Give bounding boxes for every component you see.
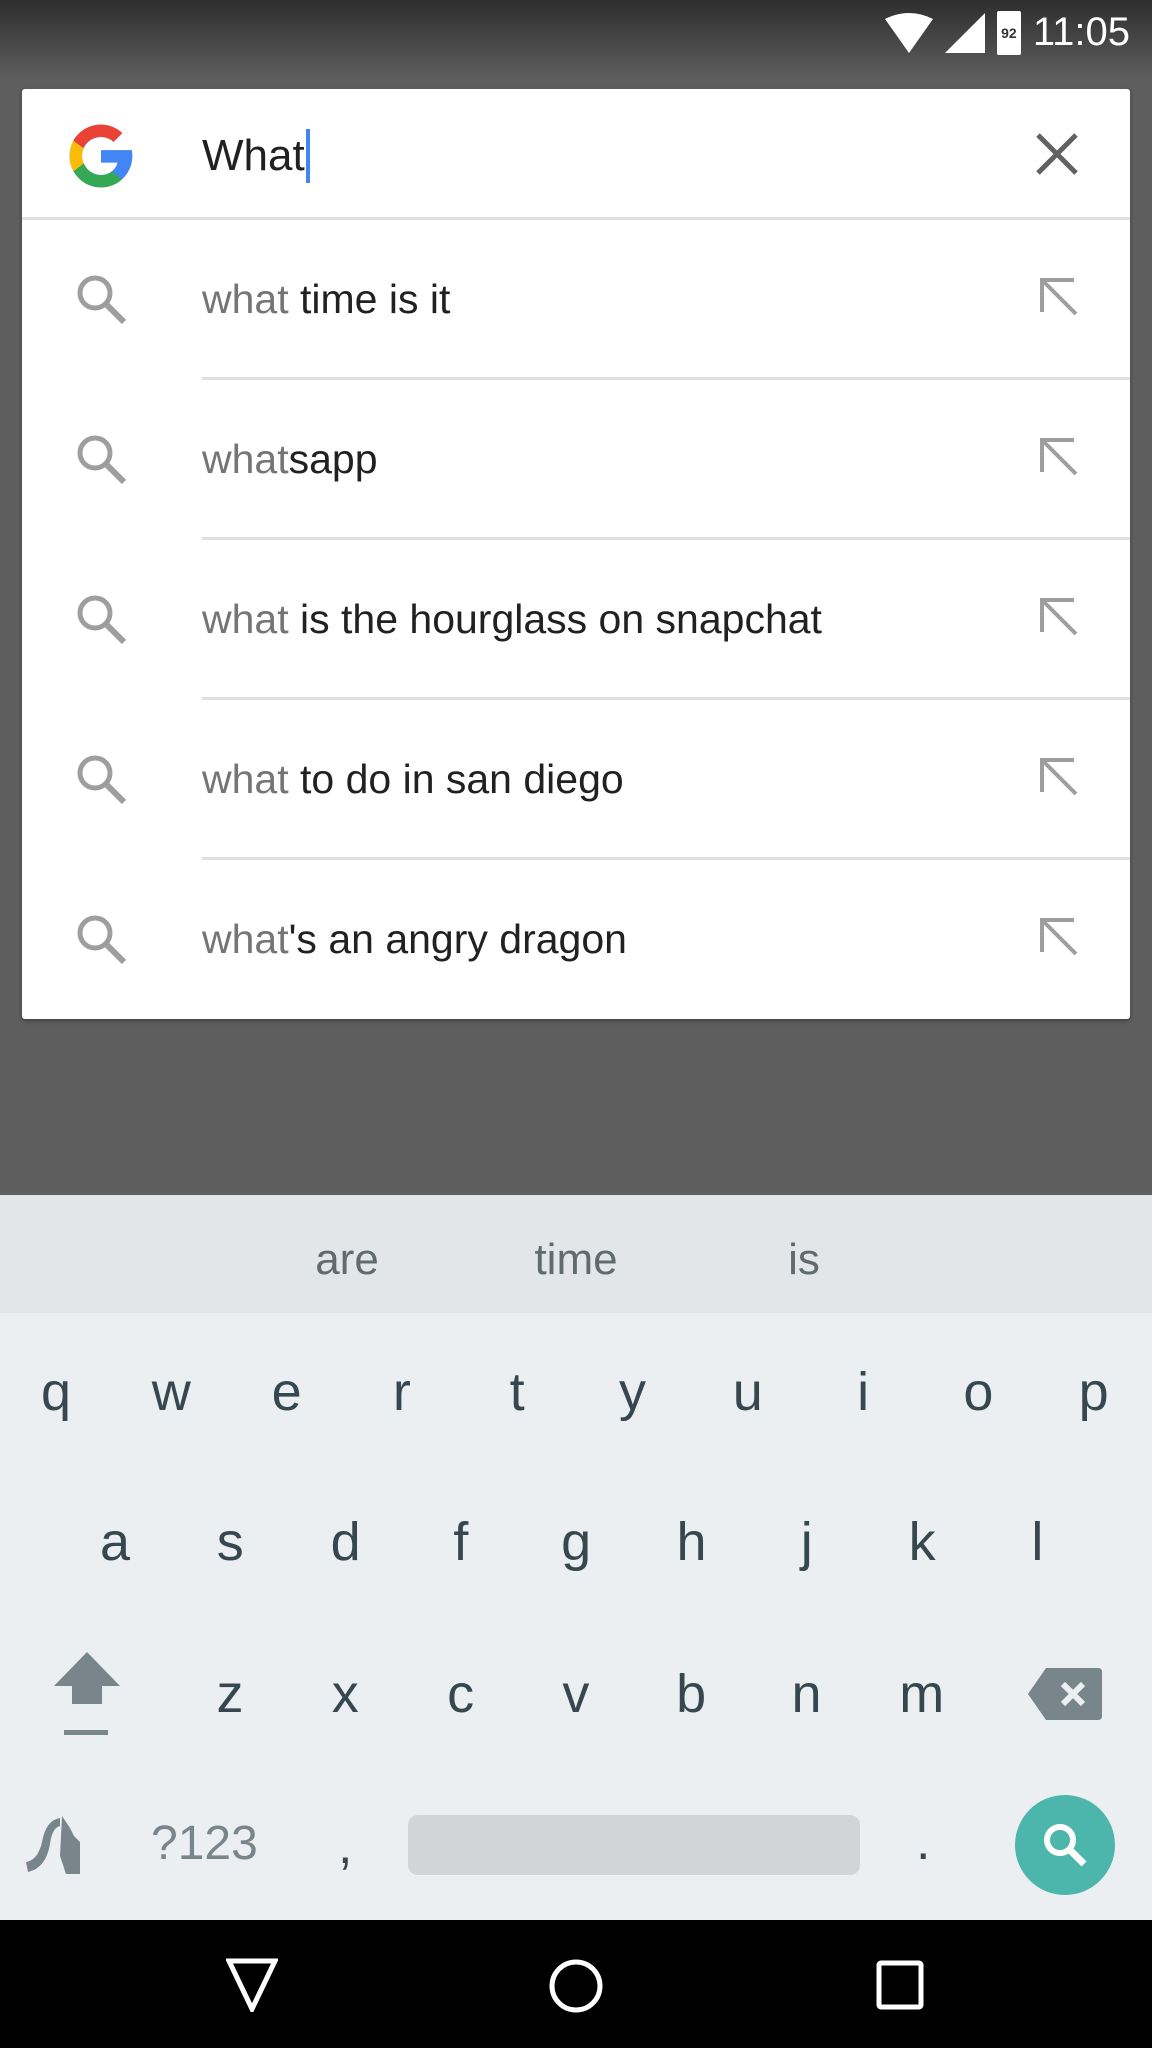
suggestion-text: what to do in san diego xyxy=(202,756,624,802)
key-z[interactable]: z xyxy=(217,1663,244,1725)
word-suggestion[interactable]: is xyxy=(788,1235,820,1285)
key-v[interactable]: v xyxy=(562,1663,589,1725)
key-i[interactable]: i xyxy=(857,1361,869,1423)
suggestion-item[interactable]: what's an angry dragon xyxy=(22,860,1130,1020)
key-n[interactable]: n xyxy=(791,1663,821,1725)
suggestion-text: what time is it xyxy=(202,276,451,322)
key-j[interactable]: j xyxy=(801,1511,813,1573)
word-suggestion[interactable]: time xyxy=(534,1235,617,1285)
search-icon xyxy=(1044,1824,1087,1867)
word-suggestion-strip: are time is xyxy=(0,1195,1152,1313)
google-logo-icon xyxy=(69,124,133,188)
key-m[interactable]: m xyxy=(899,1663,944,1725)
key-a[interactable]: a xyxy=(100,1511,130,1573)
key-t[interactable]: t xyxy=(510,1361,525,1423)
key-b[interactable]: b xyxy=(676,1663,706,1725)
search-icon xyxy=(77,595,127,645)
key-w[interactable]: w xyxy=(152,1361,191,1423)
suggestion-text: whatsapp xyxy=(202,436,378,482)
insert-suggestion-arrow-icon[interactable] xyxy=(1038,756,1078,796)
search-icon xyxy=(77,435,127,485)
search-icon xyxy=(77,915,127,965)
insert-suggestion-arrow-icon[interactable] xyxy=(1038,596,1078,636)
search-icon xyxy=(77,275,127,325)
home-icon[interactable] xyxy=(548,1958,604,2014)
suggestion-item[interactable]: what to do in san diego xyxy=(22,700,1130,860)
suggestion-text: what is the hourglass on snapchat xyxy=(202,596,822,642)
key-q[interactable]: q xyxy=(41,1361,71,1423)
search-icon xyxy=(77,755,127,805)
battery-level: 92 xyxy=(1001,24,1017,41)
key-e[interactable]: e xyxy=(272,1361,302,1423)
key-o[interactable]: o xyxy=(963,1361,993,1423)
backspace-icon[interactable] xyxy=(1028,1668,1102,1720)
recents-icon[interactable] xyxy=(876,1960,924,2010)
insert-suggestion-arrow-icon[interactable] xyxy=(1038,916,1078,956)
signal-icon xyxy=(944,12,985,53)
key-r[interactable]: r xyxy=(393,1361,411,1423)
key-s[interactable]: s xyxy=(217,1511,244,1573)
key-u[interactable]: u xyxy=(733,1361,763,1423)
key-p[interactable]: p xyxy=(1079,1361,1109,1423)
key-y[interactable]: y xyxy=(619,1361,646,1423)
key-h[interactable]: h xyxy=(676,1511,706,1573)
comma-key[interactable]: , xyxy=(338,1816,352,1876)
key-f[interactable]: f xyxy=(453,1511,468,1573)
key-c[interactable]: c xyxy=(447,1663,474,1725)
suggestion-item[interactable]: what is the hourglass on snapchat xyxy=(22,540,1130,700)
key-x[interactable]: x xyxy=(332,1663,359,1725)
insert-suggestion-arrow-icon[interactable] xyxy=(1038,276,1078,316)
suggestion-item[interactable]: what time is it xyxy=(22,220,1130,380)
search-bar[interactable]: What xyxy=(22,89,1130,220)
suggestion-item[interactable]: whatsapp xyxy=(22,380,1130,540)
key-d[interactable]: d xyxy=(331,1511,361,1573)
gesture-typing-icon[interactable] xyxy=(24,1812,96,1876)
key-g[interactable]: g xyxy=(561,1511,591,1573)
insert-suggestion-arrow-icon[interactable] xyxy=(1038,436,1078,476)
query-text: What xyxy=(202,131,305,180)
back-icon[interactable] xyxy=(226,1958,278,2012)
search-input[interactable]: What xyxy=(202,129,310,183)
status-bar: 92 11:05 xyxy=(0,0,1152,80)
period-key[interactable]: . xyxy=(916,1812,930,1872)
text-cursor xyxy=(305,129,310,183)
clock: 11:05 xyxy=(1032,10,1130,54)
key-l[interactable]: l xyxy=(1031,1511,1043,1573)
wifi-icon xyxy=(884,12,933,53)
space-bar[interactable] xyxy=(408,1815,860,1875)
shift-icon[interactable] xyxy=(52,1650,122,1736)
word-suggestion[interactable]: are xyxy=(315,1235,379,1285)
search-card: What what time is it whatsapp what is th… xyxy=(22,89,1130,1019)
key-k[interactable]: k xyxy=(909,1511,936,1573)
close-icon[interactable] xyxy=(1034,131,1080,177)
navigation-bar xyxy=(0,1920,1152,2048)
symbols-key[interactable]: ?123 xyxy=(151,1816,258,1871)
search-key[interactable] xyxy=(1015,1795,1115,1895)
battery-icon: 92 xyxy=(996,10,1021,55)
suggestion-text: what's an angry dragon xyxy=(202,916,627,962)
